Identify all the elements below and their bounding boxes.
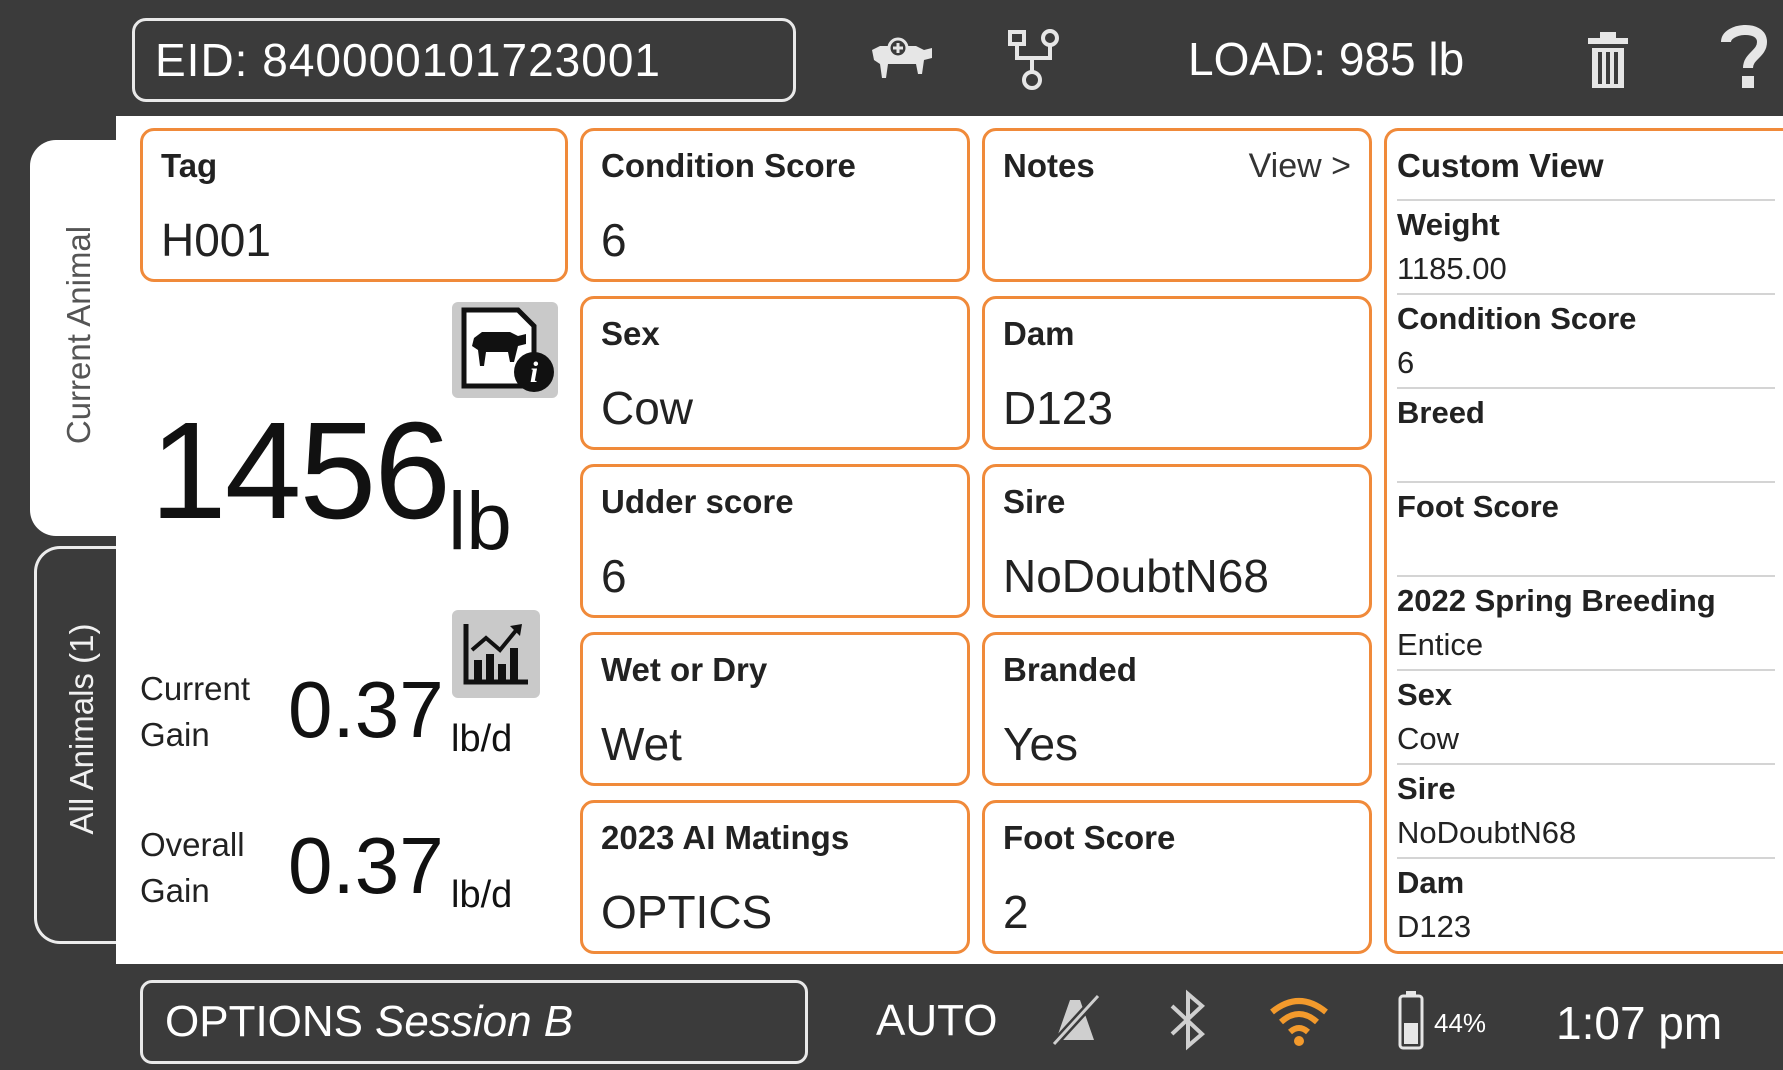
weight-value: 1456 <box>150 394 451 548</box>
svg-text:i: i <box>530 356 539 389</box>
notes-card[interactable]: Notes View > <box>982 128 1372 282</box>
wifi-icon[interactable] <box>1268 994 1330 1048</box>
auto-mode-label[interactable]: AUTO <box>876 996 997 1046</box>
notes-view-link[interactable]: View > <box>1249 147 1351 186</box>
dam-value: D123 <box>1003 382 1113 434</box>
network-icon[interactable] <box>1006 28 1066 92</box>
sire-title: Sire <box>1003 483 1066 520</box>
custom-row-label: Foot Score <box>1397 489 1559 524</box>
app-frame: EID: 840000101723001 LOAD: 985 lb Curren… <box>0 0 1783 1070</box>
ai-matings-card[interactable]: 2023 AI Matings OPTICS <box>580 800 970 954</box>
custom-view-panel[interactable]: Custom View Weight 1185.00 Condition Sco… <box>1384 128 1783 954</box>
help-icon[interactable] <box>1718 22 1770 92</box>
custom-row-breed: Breed <box>1397 387 1775 482</box>
tab-all-animals-label: All Animals (1) <box>63 623 100 835</box>
wet-or-dry-card[interactable]: Wet or Dry Wet <box>580 632 970 786</box>
tag-value: H001 <box>161 214 271 266</box>
options-label: OPTIONS <box>165 997 364 1046</box>
foot-score-title: Foot Score <box>1003 819 1176 856</box>
wet-or-dry-value: Wet <box>601 718 682 770</box>
trash-icon[interactable] <box>1586 30 1630 90</box>
condition-score-card[interactable]: Condition Score 6 <box>580 128 970 282</box>
custom-row-label: Sire <box>1397 771 1456 806</box>
branded-value: Yes <box>1003 718 1079 770</box>
overall-gain-label: Overall Gain <box>140 822 245 914</box>
wet-or-dry-title: Wet or Dry <box>601 651 768 688</box>
udder-score-title: Udder score <box>601 483 794 520</box>
custom-row-condition-score: Condition Score 6 <box>1397 293 1775 388</box>
tab-current-animal[interactable]: Current Animal <box>30 140 126 536</box>
battery-icon <box>1398 990 1424 1050</box>
ai-matings-title: 2023 AI Matings <box>601 819 850 856</box>
gain-chart-icon[interactable] <box>452 610 540 698</box>
current-gain-label: Current Gain <box>140 666 250 758</box>
tag-card[interactable]: Tag H001 <box>140 128 568 282</box>
cow-add-icon[interactable] <box>866 34 936 88</box>
custom-view-title: Custom View <box>1397 147 1604 184</box>
custom-row-spring-breeding: 2022 Spring Breeding Entice <box>1397 575 1775 670</box>
animal-info-icon[interactable]: i <box>452 302 558 398</box>
condition-score-title: Condition Score <box>601 147 856 184</box>
foot-score-card[interactable]: Foot Score 2 <box>982 800 1372 954</box>
custom-row-label: Weight <box>1397 207 1500 242</box>
custom-row-label: Breed <box>1397 395 1485 430</box>
sex-card[interactable]: Sex Cow <box>580 296 970 450</box>
sex-title: Sex <box>601 315 660 352</box>
custom-row-dam: Dam D123 <box>1397 857 1775 952</box>
custom-row-label: Dam <box>1397 865 1465 900</box>
sire-card[interactable]: Sire NoDoubtN68 <box>982 464 1372 618</box>
tag-title: Tag <box>161 147 218 184</box>
dam-card[interactable]: Dam D123 <box>982 296 1372 450</box>
custom-row-label: Condition Score <box>1397 301 1637 336</box>
foot-score-value: 2 <box>1003 886 1029 938</box>
clock: 1:07 pm <box>1556 997 1723 1049</box>
sire-value: NoDoubtN68 <box>1003 550 1269 602</box>
custom-row-sire: Sire NoDoubtN68 <box>1397 763 1775 858</box>
options-button[interactable]: OPTIONS Session B <box>140 980 808 1064</box>
overall-gain-label-line2: Gain <box>140 872 210 909</box>
current-gain-label-line2: Gain <box>140 716 210 753</box>
custom-row-value: NoDoubtN68 <box>1397 815 1577 850</box>
custom-row-value: 1185.00 <box>1397 251 1507 286</box>
current-gain-unit: lb/d <box>451 718 513 760</box>
battery-percentage: 44% <box>1434 1008 1487 1038</box>
custom-row-value: 6 <box>1397 345 1415 380</box>
ai-matings-value: OPTICS <box>601 886 773 938</box>
eid-field[interactable]: EID: 840000101723001 <box>132 18 796 102</box>
custom-row-value: Cow <box>1397 721 1460 756</box>
branded-card[interactable]: Branded Yes <box>982 632 1372 786</box>
dam-title: Dam <box>1003 315 1075 352</box>
custom-row-weight: Weight 1185.00 <box>1397 199 1775 294</box>
eid-text: EID: 840000101723001 <box>155 34 661 86</box>
branded-title: Branded <box>1003 651 1137 688</box>
current-gain-value: 0.37 <box>288 665 444 754</box>
custom-row-value: D123 <box>1397 909 1472 944</box>
tab-current-animal-label: Current Animal <box>60 225 97 445</box>
battery-fill <box>1404 1023 1418 1044</box>
overall-gain-value: 0.37 <box>288 821 444 910</box>
udder-score-card[interactable]: Udder score 6 <box>580 464 970 618</box>
scale-off-icon[interactable] <box>1046 990 1104 1050</box>
custom-row-label: 2022 Spring Breeding <box>1397 583 1716 618</box>
overall-gain-unit: lb/d <box>451 874 513 916</box>
custom-row-value: Entice <box>1397 627 1484 662</box>
condition-score-value: 6 <box>601 214 627 266</box>
load-readout: LOAD: 985 lb <box>1188 33 1465 85</box>
udder-score-value: 6 <box>601 550 627 602</box>
custom-row-sex: Sex Cow <box>1397 669 1775 764</box>
custom-row-label: Sex <box>1397 677 1453 712</box>
notes-title: Notes <box>1003 147 1095 184</box>
overall-gain-label-line1: Overall <box>140 826 245 863</box>
current-gain-label-line1: Current <box>140 670 251 707</box>
weight-unit: lb <box>448 476 512 567</box>
bluetooth-icon[interactable] <box>1166 988 1210 1052</box>
custom-row-foot-score: Foot Score <box>1397 481 1775 576</box>
sex-value: Cow <box>601 382 694 434</box>
session-label: Session B <box>375 997 574 1046</box>
tab-all-animals[interactable]: All Animals (1) <box>34 546 118 944</box>
